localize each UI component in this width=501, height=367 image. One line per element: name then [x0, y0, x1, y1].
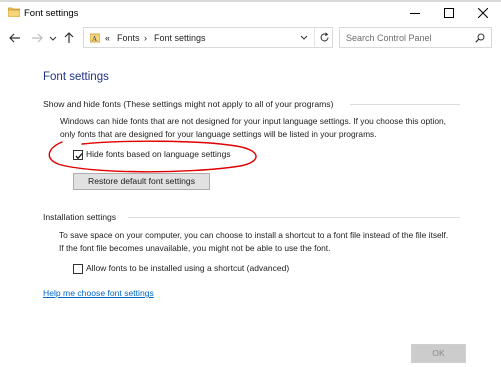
help-link[interactable]: Help me choose font settings	[43, 288, 154, 298]
installation-section-title: Installation settings	[43, 212, 117, 222]
refresh-button[interactable]	[319, 32, 330, 45]
address-divider	[314, 28, 315, 47]
font-settings-window: Font settings A « Fonts › Font settings …	[0, 2, 501, 367]
checkmark-icon	[75, 153, 83, 160]
folder-icon	[7, 7, 21, 18]
shortcut-label[interactable]: Allow fonts to be installed using a shor…	[86, 263, 289, 273]
up-arrow-icon	[64, 32, 74, 43]
breadcrumb-overflow[interactable]: «	[105, 33, 110, 43]
installation-description: To save space on your computer, you can …	[59, 230, 449, 253]
divider	[128, 217, 460, 218]
breadcrumb-fonts[interactable]: Fonts	[117, 33, 140, 43]
svg-text:A: A	[92, 35, 97, 43]
hide-fonts-checkbox[interactable]	[73, 150, 83, 160]
back-button[interactable]	[8, 31, 22, 45]
search-input[interactable]: Search Control Panel	[346, 33, 432, 43]
up-button[interactable]	[62, 31, 76, 45]
maximize-icon	[444, 8, 454, 18]
recent-locations-button[interactable]	[48, 31, 58, 45]
forward-arrow-icon	[32, 33, 43, 43]
show-hide-section-title: Show and hide fonts (These settings migh…	[43, 99, 334, 109]
show-hide-description: Windows can hide fonts that are not desi…	[60, 116, 446, 139]
refresh-icon	[320, 32, 329, 42]
close-button[interactable]	[466, 2, 500, 24]
search-icon[interactable]	[475, 33, 485, 45]
window-title: Font settings	[24, 8, 79, 19]
address-bar[interactable]: A « Fonts › Font settings	[83, 27, 333, 48]
restore-default-button[interactable]: Restore default font settings	[73, 173, 210, 190]
page-title: Font settings	[43, 71, 109, 83]
title-bar[interactable]: Font settings	[0, 2, 501, 24]
close-icon	[478, 8, 488, 18]
breadcrumb-font-settings[interactable]: Font settings	[154, 33, 206, 43]
shortcut-checkbox[interactable]	[73, 264, 83, 274]
content-area: Font settings Show and hide fonts (These…	[0, 52, 501, 367]
forward-button[interactable]	[30, 31, 44, 45]
address-dropdown[interactable]	[300, 33, 308, 44]
minimize-button[interactable]	[398, 2, 432, 24]
back-arrow-icon	[9, 33, 20, 43]
ok-button[interactable]: OK	[411, 344, 466, 363]
navigation-bar: A « Fonts › Font settings Search Control…	[0, 26, 501, 50]
minimize-icon	[410, 13, 420, 14]
search-box[interactable]: Search Control Panel	[339, 27, 492, 48]
divider	[350, 104, 460, 105]
maximize-button[interactable]	[432, 2, 466, 24]
chevron-down-icon	[49, 36, 57, 41]
chevron-down-icon	[300, 35, 308, 40]
fonts-folder-icon: A	[89, 33, 101, 45]
hide-fonts-label[interactable]: Hide fonts based on language settings	[86, 149, 231, 159]
breadcrumb-separator[interactable]: ›	[144, 33, 147, 43]
